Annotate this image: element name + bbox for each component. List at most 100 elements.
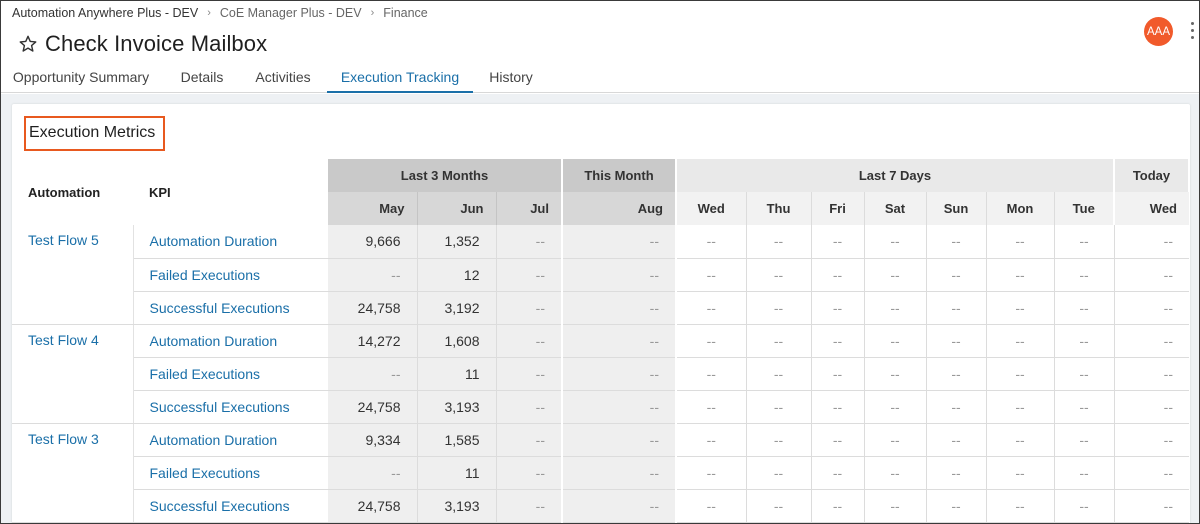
metric-value-cell: -- [496,456,563,490]
metric-value-cell: -- [562,225,677,259]
kpi-cell: Automation Duration [133,225,328,259]
metric-value-cell: -- [1114,291,1189,325]
tab-details[interactable]: Details [179,63,225,93]
metric-value-cell: -- [1114,324,1189,358]
metric-value-cell: -- [496,225,563,259]
metric-value-cell: -- [864,291,927,325]
column-header-automation: Automation [12,159,133,225]
metric-value-cell: -- [926,324,987,358]
kpi-link[interactable]: Successful Executions [150,399,290,415]
metric-value-cell: -- [986,456,1055,490]
metric-value-cell: -- [926,423,987,457]
table-row: Failed Executions -- 11 -- -- -- -- -- -- -- -- -- -… [12,357,1189,391]
breadcrumb-item[interactable]: Automation Anywhere Plus - DEV [12,6,198,20]
metric-value-cell: -- [496,357,563,391]
metric-value-cell: -- [562,423,677,457]
metric-value-cell: -- [496,291,563,325]
metric-value-cell: -- [811,423,865,457]
column-header-day: Thu [746,192,812,225]
tab-execution-tracking[interactable]: Execution Tracking [327,63,473,93]
title-row: Check Invoice Mailbox [18,29,267,59]
kpi-link[interactable]: Automation Duration [150,233,278,249]
kpi-cell: Failed Executions [133,456,328,490]
metric-value-cell: -- [811,291,865,325]
breadcrumb-item[interactable]: CoE Manager Plus - DEV [220,6,362,20]
more-options-icon[interactable] [1189,22,1195,42]
kpi-cell: Automation Duration [133,324,328,358]
kpi-link[interactable]: Automation Duration [150,432,278,448]
avatar[interactable]: AAA [1144,17,1173,46]
column-header-month: Jul [496,192,563,225]
metric-value-cell: -- [986,423,1055,457]
kpi-link[interactable]: Failed Executions [150,366,261,382]
tab-opportunity-summary[interactable]: Opportunity Summary [12,63,150,93]
kpi-link[interactable]: Successful Executions [150,498,290,514]
kpi-cell: Successful Executions [133,390,328,424]
metric-value-cell: -- [1054,357,1115,391]
automation-link[interactable]: Test Flow 3 [28,431,99,447]
metric-value-cell: -- [811,225,865,259]
metric-value-cell: -- [562,357,677,391]
metric-value-cell: -- [1054,291,1115,325]
metric-value-cell: -- [1054,489,1115,523]
kpi-cell: Automation Duration [133,423,328,457]
star-icon[interactable] [18,34,38,54]
kpi-link[interactable]: Successful Executions [150,300,290,316]
column-header-kpi: KPI [133,159,328,225]
kpi-cell: Failed Executions [133,258,328,292]
metric-value-cell: -- [811,258,865,292]
metric-value-cell: -- [1054,258,1115,292]
metric-value-cell: -- [986,357,1055,391]
metric-value-cell: -- [926,291,987,325]
metric-value-cell: -- [676,357,747,391]
metrics-body: Test Flow 5 Automation Duration 9,666 1,352… [12,225,1189,523]
metric-value-cell: -- [1114,258,1189,292]
kpi-link[interactable]: Failed Executions [150,465,261,481]
metric-value-cell: -- [676,258,747,292]
column-header-day: Mon [986,192,1055,225]
table-row: Failed Executions -- 12 -- -- -- -- -- -- -- -- -- -… [12,258,1189,292]
tab-activities[interactable]: Activities [254,63,312,93]
metric-value-cell: 24,758 [328,291,418,325]
metric-value-cell: -- [328,258,418,292]
metric-value-cell: -- [1054,423,1115,457]
kpi-link[interactable]: Automation Duration [150,333,278,349]
breadcrumb-item[interactable]: Finance [383,6,427,20]
metric-value-cell: -- [986,291,1055,325]
metric-value-cell: -- [864,225,927,259]
metric-value-cell: -- [746,357,812,391]
kpi-link[interactable]: Failed Executions [150,267,261,283]
metric-value-cell: 1,585 [417,423,497,457]
metric-value-cell: -- [562,489,677,523]
metric-value-cell: -- [926,489,987,523]
metric-value-cell: -- [811,324,865,358]
table-row: Test Flow 4 Automation Duration 14,272 1,60… [12,324,1189,424]
metric-value-cell: -- [562,324,677,358]
tab-history[interactable]: History [488,63,534,93]
metric-value-cell: 14,272 [328,324,418,358]
table-row: Successful Executions 24,758 3,192 -- -- -- --… [12,291,1189,325]
metric-value-cell: -- [746,258,812,292]
column-header-day: Tue [1054,192,1115,225]
metric-value-cell: -- [746,291,812,325]
automation-link[interactable]: Test Flow 4 [28,332,99,348]
metric-value-cell: -- [864,258,927,292]
metric-value-cell: -- [676,456,747,490]
metric-value-cell: -- [926,357,987,391]
metric-value-cell: -- [496,423,563,457]
column-header-day: Fri [811,192,865,225]
page-title: Check Invoice Mailbox [45,31,268,56]
automation-cell: Test Flow 4 [12,324,134,424]
chevron-right-icon: › [370,7,375,19]
metrics-table: Automation KPI Last 3 Months This Month … [12,159,1190,523]
metric-value-cell: -- [496,324,563,358]
column-header-day: Sat [864,192,927,225]
automation-link[interactable]: Test Flow 5 [28,232,99,248]
metric-value-cell: -- [811,456,865,490]
metric-value-cell: -- [864,390,927,424]
column-header-this-month: Aug [562,192,677,225]
tab-bar: Opportunity Summary Details Activities E… [1,63,1199,93]
header-group-today: Today [1114,159,1190,192]
metric-value-cell: 9,334 [328,423,418,457]
column-header-month: Jun [417,192,497,225]
